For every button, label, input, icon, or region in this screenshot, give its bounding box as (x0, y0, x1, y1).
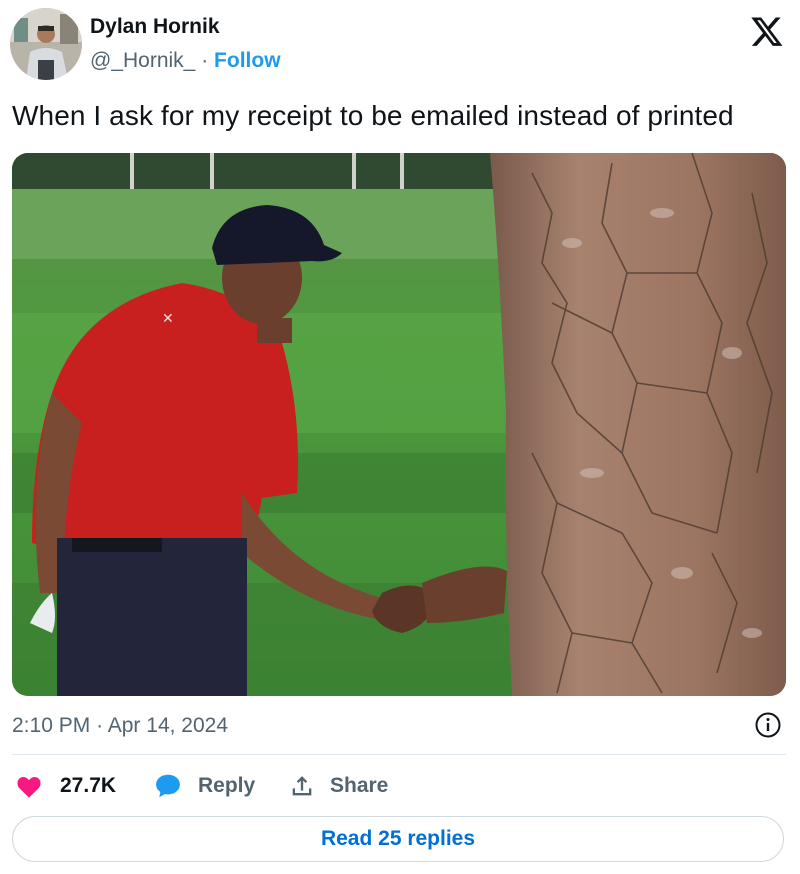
tweet-time: 2:10 PM (12, 714, 91, 737)
share-icon (288, 771, 316, 801)
reply-button[interactable]: Reply (152, 768, 255, 804)
like-count: 27.7K (60, 774, 117, 797)
author-handle-row: @_Hornik_ · Follow (90, 49, 281, 73)
tweet-card: Dylan Hornik @_Hornik_ · Follow When I a… (0, 0, 800, 874)
tweet-date: Apr 14, 2024 (107, 714, 229, 737)
divider (12, 754, 786, 755)
author-name[interactable]: Dylan Hornik (90, 15, 220, 39)
tweet-image[interactable]: ✕ (12, 153, 786, 696)
like-button[interactable]: 27.7K (14, 768, 116, 804)
handle-separator: · (201, 49, 209, 72)
share-label: Share (330, 774, 389, 797)
heart-icon (14, 771, 44, 801)
svg-text:✕: ✕ (162, 310, 174, 326)
follow-button[interactable]: Follow (214, 49, 281, 72)
author-handle[interactable]: @_Hornik_ (90, 49, 195, 72)
avatar[interactable] (10, 8, 82, 80)
tweet-timestamp[interactable]: 2:10 PM · Apr 14, 2024 (12, 714, 228, 738)
read-replies-button[interactable]: Read 25 replies (12, 816, 784, 862)
share-button[interactable]: Share (288, 768, 388, 804)
reply-label: Reply (198, 774, 256, 797)
x-logo-icon[interactable] (750, 14, 784, 48)
reply-bubble-icon (152, 771, 184, 801)
info-icon[interactable] (754, 711, 782, 739)
tweet-text: When I ask for my receipt to be emailed … (12, 100, 734, 131)
timestamp-separator: · (96, 714, 104, 737)
